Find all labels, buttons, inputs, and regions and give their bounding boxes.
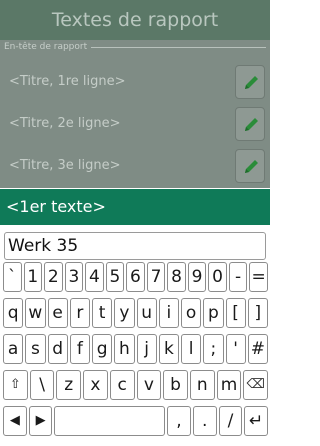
key[interactable]: z (56, 370, 82, 400)
key[interactable]: = (249, 262, 268, 292)
key[interactable]: / (218, 406, 243, 436)
keyboard-row-home: a s d f g h j k l ; ' # (3, 334, 268, 364)
pencil-icon (245, 118, 258, 131)
edit-button[interactable] (235, 65, 265, 99)
report-line-row[interactable]: <Titre, 3e ligne> (0, 146, 270, 186)
edit-button[interactable] (235, 149, 265, 183)
key[interactable]: c (109, 370, 135, 400)
edit-button[interactable] (235, 107, 265, 141)
key[interactable]: p (203, 298, 224, 328)
keyboard-row-top: q w e r t y u i o p [ ] (3, 298, 268, 328)
key[interactable]: g (92, 334, 113, 364)
key[interactable]: ; (203, 334, 224, 364)
key[interactable]: 9 (187, 262, 207, 292)
page-title: Textes de rapport (0, 0, 270, 40)
key[interactable]: s (25, 334, 46, 364)
key[interactable]: e (47, 298, 68, 328)
key[interactable]: a (3, 334, 24, 364)
key[interactable]: 0 (208, 262, 227, 292)
key[interactable]: i (158, 298, 179, 328)
key[interactable]: m (216, 370, 242, 400)
key[interactable]: 8 (167, 262, 186, 292)
report-line-label: <Titre, 1re ligne> (9, 74, 126, 89)
cursor-left-key[interactable]: ◀ (3, 406, 27, 436)
key[interactable]: 1 (23, 262, 43, 292)
report-line-row[interactable]: <Titre, 2e ligne> (0, 104, 270, 144)
backspace-key[interactable]: ⌫ (243, 370, 269, 400)
active-text-field-header: <1er texte> (0, 189, 270, 225)
text-input[interactable]: Werk 35 (4, 232, 266, 260)
shift-key[interactable]: ⇧ (3, 370, 28, 400)
pencil-icon (245, 76, 258, 89)
key[interactable]: q (3, 298, 24, 328)
keyboard-row-space: ◀ ▶ , . / ↵ (3, 406, 269, 436)
key[interactable]: y (114, 298, 135, 328)
section-header: En-tête de rapport (4, 41, 266, 53)
key[interactable]: - (228, 262, 248, 292)
keyboard-row-numbers: ` 1 2 3 4 5 6 7 8 9 0 - = (3, 262, 268, 292)
report-line-label: <Titre, 2e ligne> (9, 116, 121, 131)
key[interactable]: 4 (85, 262, 104, 292)
key[interactable]: l (181, 334, 202, 364)
key[interactable]: v (136, 370, 162, 400)
key[interactable]: \ (29, 370, 55, 400)
key[interactable]: h (114, 334, 135, 364)
report-line-label: <Titre, 3e ligne> (9, 158, 121, 173)
key[interactable]: ` (3, 262, 22, 292)
key[interactable]: 6 (126, 262, 145, 292)
key[interactable]: b (163, 370, 188, 400)
section-label: En-tête de rapport (4, 41, 92, 53)
space-key[interactable] (54, 406, 166, 436)
key[interactable]: n (189, 370, 215, 400)
keyboard-row-bottom: ⇧ \ z x c v b n m ⌫ (3, 370, 269, 400)
key[interactable]: u (136, 298, 157, 328)
key[interactable]: o (181, 298, 202, 328)
key[interactable]: k (158, 334, 179, 364)
key[interactable]: . (192, 406, 217, 436)
key[interactable]: ] (247, 298, 268, 328)
key[interactable]: [ (225, 298, 246, 328)
key[interactable]: 5 (105, 262, 125, 292)
key[interactable]: r (69, 298, 90, 328)
cursor-right-key[interactable]: ▶ (28, 406, 53, 436)
key[interactable]: w (25, 298, 46, 328)
key[interactable]: 2 (44, 262, 63, 292)
report-line-row[interactable]: <Titre, 1re ligne> (0, 62, 270, 102)
key[interactable]: 7 (146, 262, 166, 292)
key[interactable]: d (47, 334, 68, 364)
key[interactable]: 3 (64, 262, 84, 292)
key[interactable]: x (83, 370, 108, 400)
key[interactable]: ' (225, 334, 246, 364)
key[interactable]: , (167, 406, 191, 436)
key[interactable]: # (247, 334, 268, 364)
enter-key[interactable]: ↵ (244, 406, 269, 436)
key[interactable]: j (136, 334, 157, 364)
pencil-icon (245, 160, 258, 173)
key[interactable]: f (69, 334, 90, 364)
key[interactable]: t (92, 298, 113, 328)
on-screen-keyboard: ` 1 2 3 4 5 6 7 8 9 0 - = q w e r t y u … (3, 262, 269, 442)
